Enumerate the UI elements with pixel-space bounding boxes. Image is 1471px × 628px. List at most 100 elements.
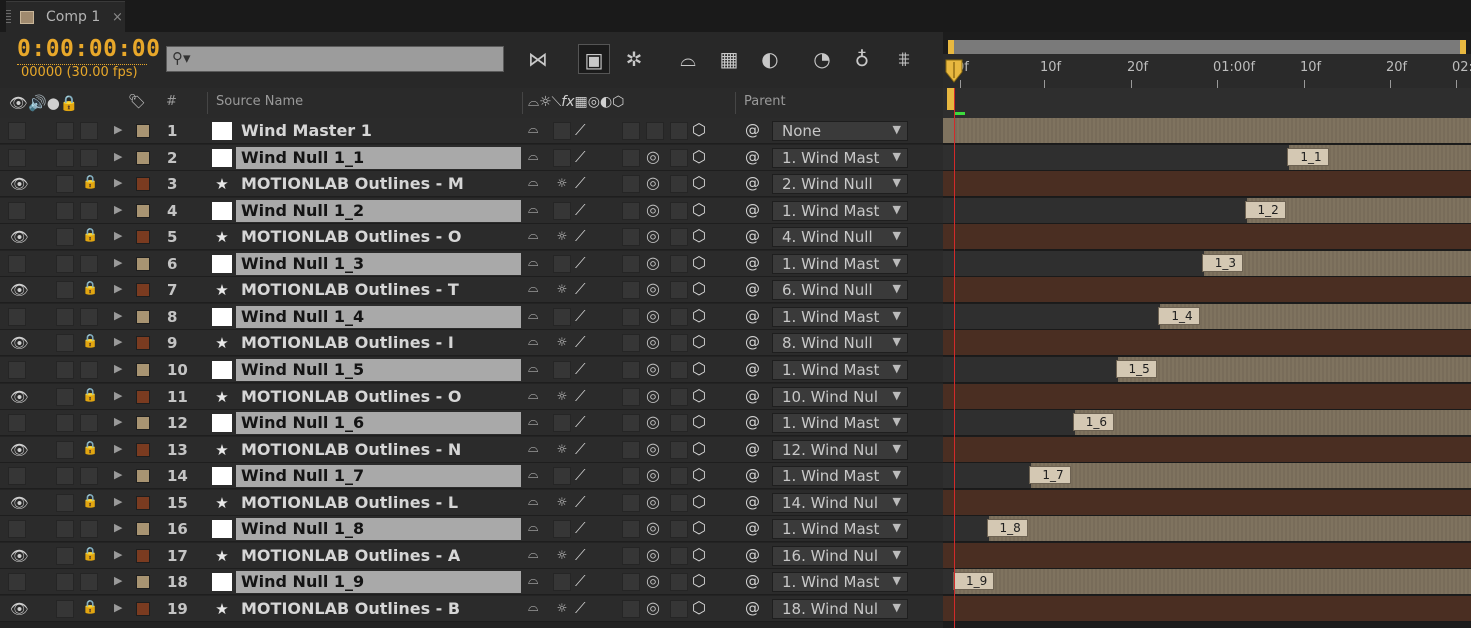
lock-icon[interactable]: 🔒 [82, 600, 98, 615]
parent-dropdown[interactable]: 1. Wind Mast ▼ [772, 148, 908, 168]
quality-icon[interactable]: ⟋ [575, 466, 586, 484]
layer-duration-bar[interactable] [943, 596, 1471, 622]
effects-switch[interactable] [622, 600, 640, 618]
solo-switch[interactable] [56, 547, 74, 565]
effects-switch[interactable] [622, 361, 640, 379]
expand-triangle-icon[interactable]: ▶ [114, 521, 122, 534]
label-color-chip[interactable] [136, 469, 150, 483]
solo-switch[interactable] [56, 175, 74, 193]
layer-name[interactable]: Wind Null 1_4 [236, 306, 521, 328]
quality-icon[interactable]: ⟋ [575, 121, 586, 139]
3d-layer-icon[interactable]: ⬡ [692, 200, 706, 219]
video-switch[interactable] [8, 573, 26, 591]
collapse-switch[interactable] [553, 414, 571, 432]
layer-duration-bar[interactable] [943, 384, 1471, 410]
layer-active-segment[interactable] [1074, 410, 1471, 435]
effects-switch[interactable] [622, 149, 640, 167]
brainstorm-button[interactable]: ◔ [806, 44, 838, 74]
effects-switch[interactable] [622, 494, 640, 512]
solo-switch[interactable] [56, 334, 74, 352]
label-color-chip[interactable] [136, 496, 150, 510]
effects-switch[interactable] [622, 228, 640, 246]
collapse-icon[interactable]: ☼ [553, 441, 571, 459]
grip-icon[interactable] [6, 10, 11, 25]
solo-switch[interactable] [56, 388, 74, 406]
adjustment-switch[interactable] [670, 494, 688, 512]
shy-switch-icon[interactable]: ⌓ [528, 122, 538, 137]
parent-dropdown[interactable]: 1. Wind Mast ▼ [772, 413, 908, 433]
layer-row[interactable]: 👁 🔒 ▶ 15 ★ MOTIONLAB Outlines - L ⌓ ☼ ⟋ ◎ ⬡ @14. Wi… [0, 490, 943, 516]
pickwhip-icon[interactable]: @ [745, 333, 760, 351]
effects-switch[interactable] [622, 122, 640, 140]
parent-dropdown[interactable]: 8. Wind Null ▼ [772, 333, 908, 353]
3d-layer-icon[interactable]: ⬡ [692, 386, 706, 405]
label-color-chip[interactable] [136, 204, 150, 218]
layer-active-segment[interactable] [1031, 463, 1471, 488]
layer-name[interactable]: MOTIONLAB Outlines - M [236, 173, 464, 195]
draft-3d-button[interactable]: ✲ [618, 44, 650, 74]
label-tag-icon[interactable]: 🏷 [128, 94, 146, 110]
layer-active-segment[interactable] [955, 118, 1471, 143]
expand-triangle-icon[interactable]: ▶ [114, 282, 122, 295]
layer-duration-bar[interactable]: 1_4 [943, 304, 1471, 330]
layer-name[interactable]: Wind Null 1_9 [236, 571, 521, 593]
quality-icon[interactable]: ⟋ [575, 333, 586, 351]
layer-row[interactable]: ▶ 2 Wind Null 1_1 ⌓ ⟋ ◎ ⬡ @1. Wind Mast ▼ [0, 145, 943, 171]
tab-comp-1[interactable]: Comp 1 × [6, 1, 125, 33]
solo-switch[interactable] [56, 202, 74, 220]
pickwhip-icon[interactable]: @ [745, 360, 760, 378]
collapse-icon[interactable]: ☼ [553, 600, 571, 618]
expand-triangle-icon[interactable]: ▶ [114, 203, 122, 216]
effects-switch[interactable] [622, 308, 640, 326]
pickwhip-icon[interactable]: @ [745, 174, 760, 192]
quality-icon[interactable]: ⟋ [575, 546, 586, 564]
eye-icon[interactable]: 👁 [10, 334, 29, 352]
layer-name[interactable]: MOTIONLAB Outlines - N [236, 439, 461, 461]
layer-name[interactable]: MOTIONLAB Outlines - A [236, 545, 460, 567]
quality-icon[interactable]: ⟋ [575, 148, 586, 166]
navigator-start-handle[interactable] [948, 40, 954, 54]
lock-switch[interactable] [80, 414, 98, 432]
collapse-switch[interactable] [553, 202, 571, 220]
video-switch[interactable] [8, 467, 26, 485]
pickwhip-icon[interactable]: @ [745, 466, 760, 484]
comp-mini-flowchart-button[interactable]: ⋈ [522, 44, 554, 74]
current-time-display[interactable]: 0:00:00:00 [17, 36, 160, 62]
expand-triangle-icon[interactable]: ▶ [114, 415, 122, 428]
collapse-icon[interactable]: ☼ [553, 547, 571, 565]
lock-switch[interactable] [80, 255, 98, 273]
lock-switch[interactable] [80, 308, 98, 326]
eye-icon[interactable]: 👁 [10, 494, 29, 512]
lock-switch[interactable] [80, 122, 98, 140]
layer-name[interactable]: Wind Null 1_1 [236, 147, 521, 169]
shy-switch-icon[interactable]: ⌓ [528, 149, 538, 164]
motion-blur-icon[interactable]: ◎ [646, 279, 660, 298]
layer-marker[interactable]: 1_8 [986, 519, 1028, 537]
3d-layer-icon[interactable]: ⬡ [692, 439, 706, 458]
layer-marker[interactable]: 1_4 [1158, 307, 1200, 325]
shy-switch-icon[interactable]: ⌓ [528, 255, 538, 270]
quality-icon[interactable]: ⟋ [575, 572, 586, 590]
expand-triangle-icon[interactable]: ▶ [114, 574, 122, 587]
adjustment-switch[interactable] [670, 255, 688, 273]
pickwhip-icon[interactable]: @ [745, 440, 760, 458]
layer-duration-bar[interactable] [943, 118, 1471, 144]
eye-icon[interactable]: 👁 [10, 547, 29, 565]
adjustment-switch[interactable] [670, 122, 688, 140]
solo-switch[interactable] [56, 441, 74, 459]
3d-layer-icon[interactable]: ⬡ [692, 147, 706, 166]
expand-triangle-icon[interactable]: ▶ [114, 389, 122, 402]
3d-layer-icon[interactable]: ⬡ [692, 492, 706, 511]
layer-row[interactable]: 👁 🔒 ▶ 7 ★ MOTIONLAB Outlines - T ⌓ ☼ ⟋ ◎ ⬡ @6. Wind… [0, 277, 943, 303]
solo-switch[interactable] [56, 414, 74, 432]
solo-switch[interactable] [56, 122, 74, 140]
layer-name[interactable]: Wind Null 1_7 [236, 465, 521, 487]
shy-switch-icon[interactable]: ⌓ [528, 202, 538, 217]
label-color-chip[interactable] [136, 602, 150, 616]
layer-marker[interactable]: 1_1 [1287, 148, 1329, 166]
layer-marker[interactable]: 1_7 [1029, 466, 1071, 484]
label-color-chip[interactable] [136, 522, 150, 536]
expand-triangle-icon[interactable]: ▶ [114, 468, 122, 481]
motion-blur-icon[interactable]: ◎ [646, 465, 660, 484]
lock-icon[interactable]: 🔒 [82, 175, 98, 190]
